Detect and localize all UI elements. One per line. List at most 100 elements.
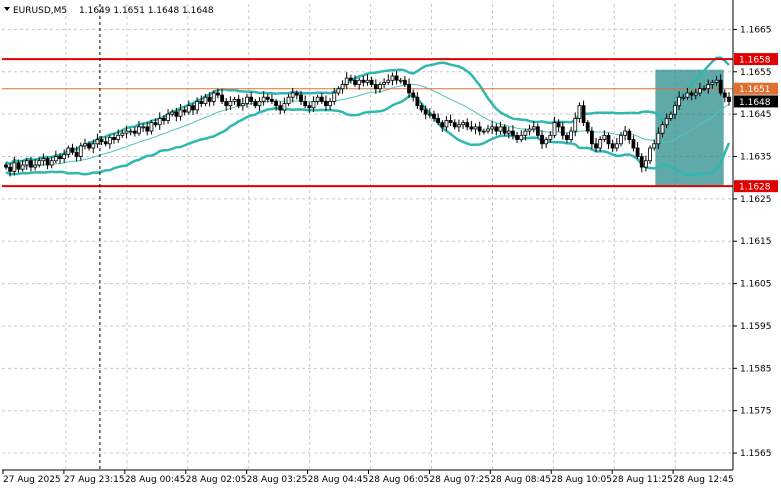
candle-bear [511,130,515,136]
x-tick-label: 28 Aug 10:05 [551,475,612,485]
candle-bull [519,134,524,140]
candle-bull [548,134,553,140]
candle-bear [29,160,33,168]
candle-bear [369,79,374,85]
candle-bull [286,96,291,104]
candle-bull [710,81,715,85]
candle-bull [91,143,96,149]
y-tick-label: 1.1595 [740,322,772,332]
candle-bull [78,145,83,157]
candle-bull [693,92,698,96]
candle-bull [228,101,233,107]
candle-bull [382,81,387,85]
candle-bull [602,134,607,140]
candle-bull [531,126,536,130]
x-tick-label: 28 Aug 07:25 [429,475,490,485]
current-price-tag-label: 1.1648 [739,98,771,108]
candle-bear [560,126,565,136]
candle-bull [498,126,503,132]
candle-bull [12,162,17,172]
x-tick-label: 28 Aug 02:05 [186,475,247,485]
x-tick-label: 28 Aug 04:45 [308,475,369,485]
candle-bear [45,158,50,166]
x-tick-label: 28 Aug 12:45 [673,475,734,485]
candle-bear [627,130,632,140]
candle-bull [62,153,67,160]
candle-bear [718,79,723,94]
candle-bull [261,96,266,102]
candle-bear [303,101,308,107]
candle-bull [357,79,362,85]
candle-bear [74,151,79,157]
candle-bull [340,84,345,90]
candle-bear [324,101,328,107]
candle-bear [631,139,636,149]
candle-bear [253,101,258,107]
candle-bear [274,101,278,107]
price-chart[interactable]: 1.1665 1.1655 1.1645 1.1635 1.1625 1.1615 1.16… [0,0,781,489]
candle-bear [502,126,507,134]
candle-bull [681,96,686,99]
candle-bull [473,126,478,130]
x-tick-label: 28 Aug 00:45 [125,475,186,485]
candle-bear [610,143,615,149]
candle-bull [569,130,574,140]
candle-bear [402,79,407,85]
candle-bull [195,101,200,111]
candle-bull [523,130,528,136]
candle-bull [141,126,146,129]
candle-bear [465,122,470,128]
candle-bull [648,147,652,162]
candle-bull [203,96,208,104]
candle-bear [411,92,416,98]
candle-bear [207,96,212,102]
candle-bull [66,147,71,155]
candle-bull [668,113,673,119]
candle-bear [8,166,13,172]
candle-bear [70,147,75,153]
level-tag-resistance-label: 1.1658 [739,56,771,66]
candle-bear [153,122,158,126]
candle-bull [137,126,141,134]
candle-bull [457,124,461,128]
candle-bear [216,92,220,96]
candle-bull [128,130,133,133]
candle-bull [311,101,316,109]
x-tick-label: 27 Aug 23:15 [64,475,125,485]
candle-bull [698,88,702,94]
candle-bull [656,132,661,145]
symbol-label: EURUSD,M5 [13,6,67,16]
candle-bull [506,130,511,134]
candle-bull [527,128,532,132]
candle-bull [660,124,665,134]
candle-bull [643,160,648,168]
candle-bear [452,122,457,128]
candle-bull [116,134,121,140]
candle-bull [365,79,370,83]
candle-bull [178,109,183,117]
candle-bull [49,160,54,166]
candle-bull [390,75,395,81]
candle-bear [307,105,312,109]
candle-bear [174,111,179,117]
candle-bull [552,122,557,136]
candle-bear [145,126,150,132]
candle-bull [378,84,382,90]
candle-bull [186,105,191,113]
candle-bear [565,134,569,140]
candle-bear [220,94,224,102]
candle-bear [236,98,241,107]
chart-window[interactable]: 1.1665 1.1655 1.1645 1.1635 1.1625 1.1615 1.16… [0,0,781,489]
candle-bull [290,92,295,98]
candle-bull [41,158,46,162]
y-tick-label: 1.1625 [740,195,772,205]
candle-bear [606,134,611,145]
candle-bear [182,109,187,113]
y-tick-label: 1.1585 [740,364,772,374]
candle-bear [299,94,303,102]
candle-bull [664,117,669,126]
price-line-tag-label: 1.1651 [739,85,771,95]
candle-bull [706,84,711,90]
candle-bear [132,130,137,134]
candle-bull [344,77,349,85]
